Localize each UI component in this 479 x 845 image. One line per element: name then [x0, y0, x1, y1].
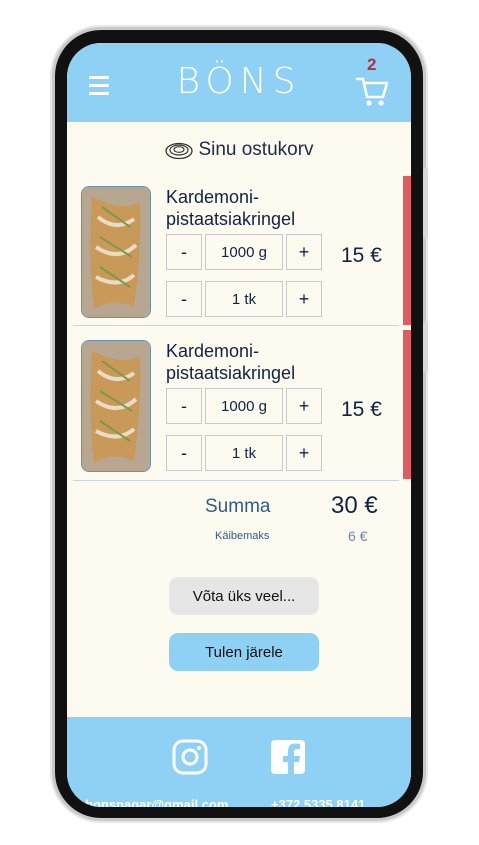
pickup-button[interactable]: Tulen järele [169, 633, 319, 671]
item-price: 15 € [341, 398, 382, 421]
quantity-increase-button[interactable]: + [286, 281, 322, 317]
product-image[interactable] [81, 340, 151, 472]
tax-label: Käibemaks [215, 530, 270, 542]
footer-email-link[interactable]: bonspagar@gmail.com [85, 797, 228, 807]
weight-increase-button[interactable]: + [286, 388, 322, 424]
quantity-value: 1 tk [205, 435, 283, 471]
phone-side-button [423, 168, 428, 238]
sum-label: Summa [205, 496, 271, 517]
weight-value: 1000 g [205, 388, 283, 424]
tax-value: 6 € [348, 528, 368, 544]
app-footer: bonspagar@gmail.com +372 5335 8141 [67, 717, 411, 807]
cart-item: Kardemoni-pistaatsiakringel - 1000 g + -… [67, 176, 411, 326]
app-screen: BÖNS 2 Sinu ostukorv Kardemoni-pistaatsi… [67, 43, 411, 807]
divider [73, 480, 399, 481]
item-price: 15 € [341, 244, 382, 267]
product-image[interactable] [81, 186, 151, 318]
page-title: Sinu ostukorv [67, 139, 411, 161]
weight-value: 1000 g [205, 234, 283, 270]
divider [73, 325, 399, 326]
cinnamon-roll-icon [165, 142, 194, 160]
weight-decrease-button[interactable]: - [166, 234, 202, 270]
footer-phone-link[interactable]: +372 5335 8141 [271, 797, 365, 807]
cart-icon[interactable] [355, 71, 389, 107]
sum-value: 30 € [331, 492, 378, 519]
cart-item: Kardemoni-pistaatsiakringel - 1000 g + -… [67, 330, 411, 480]
remove-item-swipe-bar[interactable] [403, 176, 411, 325]
phone-side-button [423, 322, 428, 372]
facebook-icon[interactable] [269, 738, 307, 776]
quantity-decrease-button[interactable]: - [166, 435, 202, 471]
quantity-value: 1 tk [205, 281, 283, 317]
weight-decrease-button[interactable]: - [166, 388, 202, 424]
product-name: Kardemoni-pistaatsiakringel [166, 187, 296, 229]
continue-shopping-button[interactable]: Võta üks veel... [169, 577, 319, 615]
remove-item-swipe-bar[interactable] [403, 330, 411, 479]
app-header: BÖNS 2 [67, 43, 411, 122]
weight-increase-button[interactable]: + [286, 234, 322, 270]
product-name: Kardemoni-pistaatsiakringel [166, 341, 296, 383]
page-title-text: Sinu ostukorv [198, 139, 314, 160]
cart-count-badge: 2 [367, 55, 377, 74]
instagram-icon[interactable] [171, 738, 209, 776]
quantity-decrease-button[interactable]: - [166, 281, 202, 317]
quantity-increase-button[interactable]: + [286, 435, 322, 471]
